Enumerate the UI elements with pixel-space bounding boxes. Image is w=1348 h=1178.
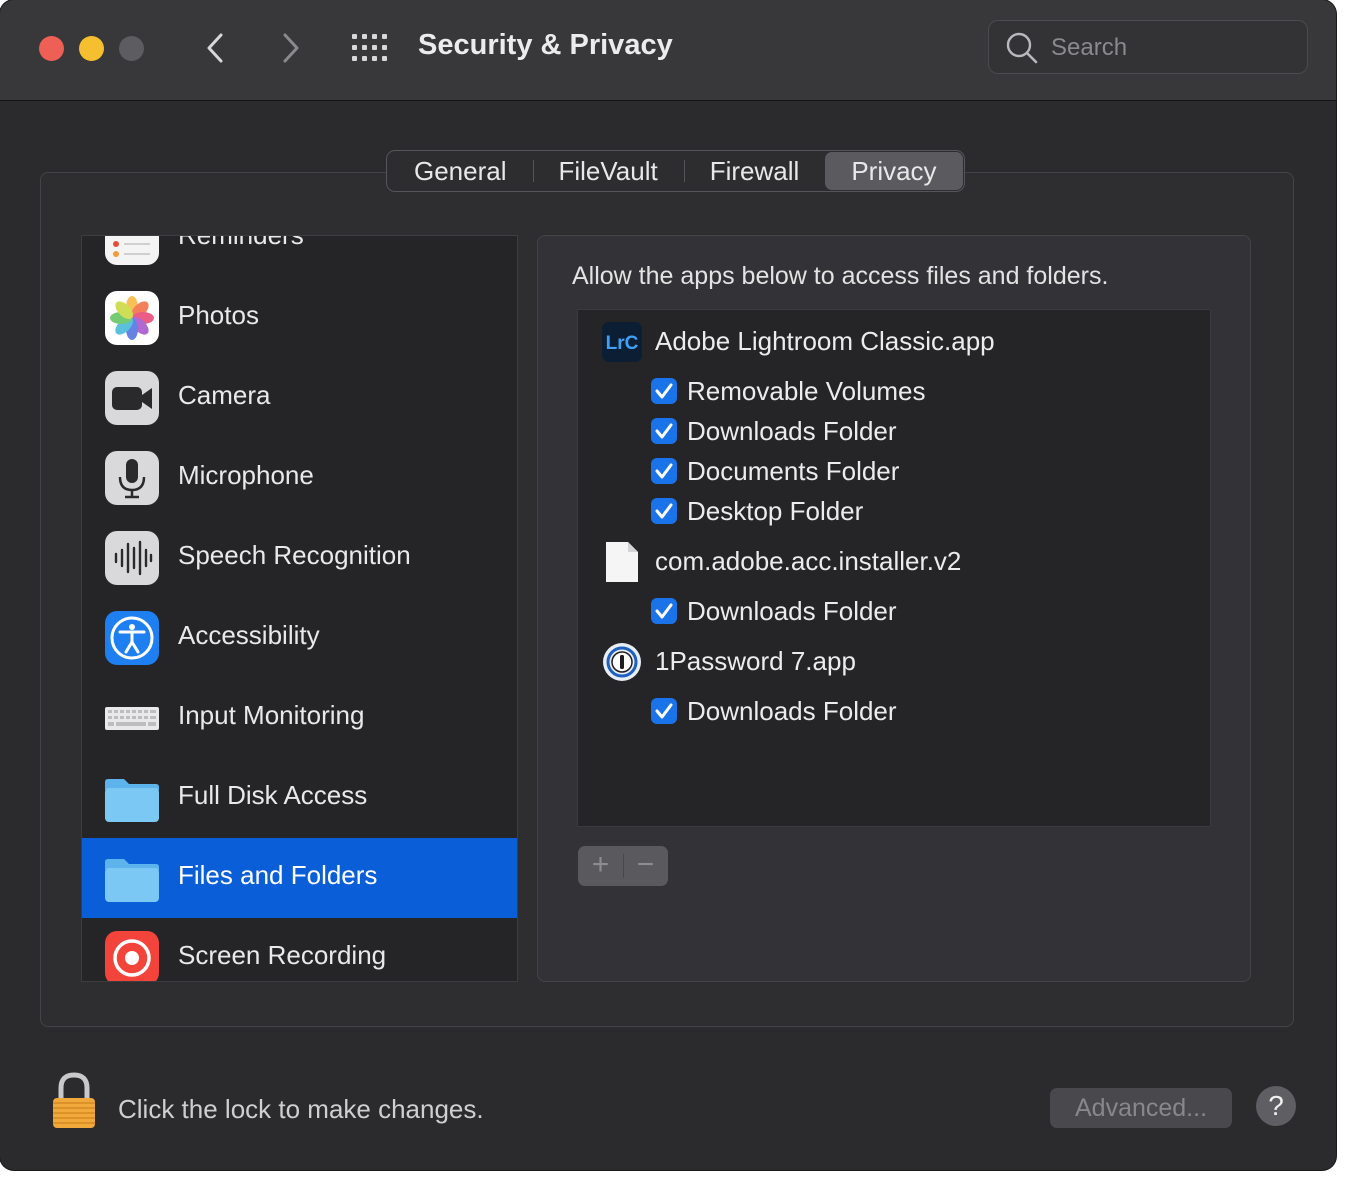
chevron-left-icon [207, 33, 223, 63]
sidebar-item-label: Photos [178, 300, 259, 330]
permission-row[interactable]: Downloads Folder [578, 591, 1208, 631]
permission-label: Downloads Folder [687, 416, 897, 446]
keyboard-icon [105, 707, 159, 730]
sidebar-item-label: Microphone [178, 460, 314, 490]
close-button[interactable] [39, 36, 64, 61]
app-name: 1Password 7.app [655, 646, 856, 676]
remove-button[interactable]: − [623, 846, 668, 886]
document-icon [606, 542, 638, 582]
onepassword-icon [603, 643, 641, 681]
advanced-button[interactable]: Advanced... [1050, 1088, 1232, 1128]
sidebar-item-label: Accessibility [178, 620, 320, 650]
permission-row[interactable]: Removable Volumes [578, 371, 1208, 411]
sidebar-item-label: Screen Recording [178, 940, 387, 970]
back-button[interactable] [196, 28, 236, 68]
app-name: com.adobe.acc.installer.v2 [655, 546, 962, 576]
show-all-button[interactable] [350, 30, 390, 66]
help-button[interactable]: ? [1256, 1086, 1296, 1126]
panel-description: Allow the apps below to access files and… [572, 262, 1109, 290]
checkmark-icon [655, 503, 673, 519]
sidebar-item-label: Speech Recognition [178, 540, 411, 570]
lock-icon [53, 1072, 95, 1128]
permission-row[interactable]: Downloads Folder [578, 411, 1208, 451]
tab-firewall[interactable]: Firewall [683, 152, 826, 190]
checkbox[interactable] [651, 418, 677, 444]
app-name: Adobe Lightroom Classic.app [655, 326, 995, 356]
screen-recording-icon [105, 931, 159, 981]
app-row-1password[interactable]: 1Password 7.app [578, 640, 1208, 684]
forward-button[interactable] [270, 28, 310, 68]
tab-filevault[interactable]: FileVault [532, 152, 684, 190]
sidebar-item-speech-recognition[interactable]: Speech Recognition [82, 518, 517, 598]
sidebar-item-camera[interactable]: Camera [82, 358, 517, 438]
search-icon [1006, 32, 1038, 64]
permission-label: Downloads Folder [687, 596, 897, 626]
sidebar-item-full-disk-access[interactable]: Full Disk Access [82, 758, 517, 838]
sidebar-item-reminders[interactable]: Reminders [82, 235, 517, 278]
tab-privacy[interactable]: Privacy [825, 152, 963, 190]
divider [623, 854, 624, 878]
accessibility-icon [105, 611, 159, 665]
sidebar-item-label: Reminders [178, 235, 304, 250]
permission-row[interactable]: Documents Folder [578, 451, 1208, 491]
checkmark-icon [655, 703, 673, 719]
permission-label: Removable Volumes [687, 376, 926, 406]
checkmark-icon [655, 423, 673, 439]
privacy-category-list[interactable]: Reminders Photos Camera Microphone Speec… [81, 235, 518, 982]
camera-icon [105, 371, 159, 425]
grid-icon [352, 34, 387, 61]
permission-label: Documents Folder [687, 456, 900, 486]
permission-row[interactable]: Desktop Folder [578, 491, 1208, 531]
sidebar-item-screen-recording[interactable]: Screen Recording [82, 918, 517, 981]
sidebar-item-label: Camera [178, 380, 271, 410]
permission-row[interactable]: Downloads Folder [578, 691, 1208, 731]
sidebar-item-accessibility[interactable]: Accessibility [82, 598, 517, 678]
checkmark-icon [655, 463, 673, 479]
reminders-icon [105, 236, 159, 265]
checkbox[interactable] [651, 378, 677, 404]
tab-general[interactable]: General [388, 152, 533, 190]
sidebar-item-files-and-folders[interactable]: Files and Folders [82, 838, 517, 918]
checkbox[interactable] [651, 698, 677, 724]
sidebar-item-photos[interactable]: Photos [82, 278, 517, 358]
search-field[interactable] [988, 20, 1308, 74]
sidebar-item-label: Input Monitoring [178, 700, 365, 730]
sidebar-item-label: Files and Folders [178, 860, 378, 890]
checkbox[interactable] [651, 598, 677, 624]
add-button[interactable]: + [578, 846, 623, 886]
app-row-adobe-installer[interactable]: com.adobe.acc.installer.v2 [578, 540, 1208, 584]
add-remove-control: + − [578, 846, 668, 886]
lock-message: Click the lock to make changes. [118, 1094, 484, 1124]
sidebar-item-input-monitoring[interactable]: Input Monitoring [82, 678, 517, 758]
sidebar-item-label: Full Disk Access [178, 780, 368, 810]
chevron-right-icon [283, 33, 299, 63]
lock-button[interactable] [50, 1072, 98, 1130]
lightroom-icon: LrC [602, 322, 642, 362]
window-title: Security & Privacy [418, 29, 673, 61]
minimize-button[interactable] [79, 36, 104, 61]
lightroom-icon-text: LrC [606, 333, 639, 354]
permission-label: Desktop Folder [687, 496, 864, 526]
folder-icon [105, 779, 159, 822]
microphone-icon [105, 451, 159, 505]
sidebar-item-microphone[interactable]: Microphone [82, 438, 517, 518]
photos-icon [105, 291, 159, 345]
security-privacy-window: Security & Privacy General FileVault Fir… [0, 0, 1336, 1170]
checkbox[interactable] [651, 458, 677, 484]
app-permissions-list[interactable]: LrC Adobe Lightroom Classic.app Removabl… [577, 309, 1211, 827]
tab-bar: General FileVault Firewall Privacy [386, 150, 965, 192]
folder-icon [105, 859, 159, 902]
app-row-lightroom[interactable]: LrC Adobe Lightroom Classic.app [578, 320, 1208, 364]
permission-label: Downloads Folder [687, 696, 897, 726]
zoom-button[interactable] [119, 36, 144, 61]
checkmark-icon [655, 603, 673, 619]
title-bar: Security & Privacy [0, 0, 1336, 101]
checkbox[interactable] [651, 498, 677, 524]
search-input[interactable] [1049, 29, 1293, 67]
checkmark-icon [655, 383, 673, 399]
speech-recognition-icon [105, 531, 159, 585]
